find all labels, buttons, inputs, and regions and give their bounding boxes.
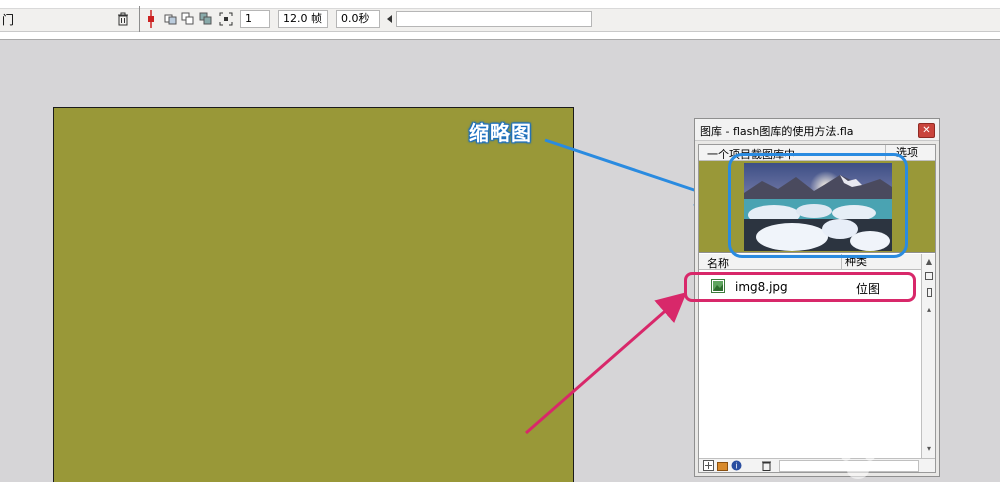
close-icon[interactable]: ✕: [918, 123, 935, 138]
new-symbol-icon[interactable]: [703, 460, 714, 471]
properties-icon[interactable]: i: [731, 460, 742, 471]
thumbnail-highlight-box: [728, 153, 908, 258]
stage-canvas[interactable]: [53, 107, 574, 482]
onion-skin-outlines-icon[interactable]: [199, 12, 213, 26]
playhead-marker-icon[interactable]: [146, 10, 156, 28]
library-title: 图库 - flash图库的使用方法.fla: [700, 125, 854, 138]
delete-layer-icon[interactable]: [116, 12, 130, 26]
edit-multiple-frames-icon[interactable]: [219, 12, 233, 26]
scroll-up-icon[interactable]: ▲: [923, 256, 935, 268]
timeline-divider: [139, 6, 140, 32]
wide-view-icon[interactable]: [925, 272, 933, 280]
svg-text:i: i: [735, 462, 737, 471]
library-titlebar[interactable]: 图库 - flash图库的使用方法.fla ✕: [695, 119, 939, 141]
center-frame-icon[interactable]: [164, 12, 178, 26]
scroll-up-small-icon[interactable]: ▴: [923, 304, 935, 316]
scroll-left-icon[interactable]: [384, 11, 396, 27]
timeline-toolbar: 门 1 12.0 帧 0.0秒: [0, 0, 1000, 40]
onion-skin-icon[interactable]: [181, 12, 195, 26]
item-highlight-box: [684, 272, 916, 302]
scroll-down-icon[interactable]: ▾: [923, 443, 935, 455]
narrow-view-icon[interactable]: [927, 288, 932, 297]
thumbnail-annotation-label: 缩略图: [469, 121, 532, 145]
current-frame-field[interactable]: 1: [240, 10, 270, 28]
elapsed-time-field[interactable]: 0.0秒: [336, 10, 380, 28]
library-vertical-scrollbar[interactable]: ▲ ▴ ▾: [921, 254, 935, 458]
delete-item-icon[interactable]: [761, 460, 772, 471]
timeline-scrollbar[interactable]: [396, 11, 592, 27]
new-folder-icon[interactable]: [717, 460, 728, 471]
watermark-paw-icon: [841, 448, 875, 479]
toolbar-label-fragment: 门: [2, 13, 15, 27]
frame-rate-field[interactable]: 12.0 帧: [278, 10, 328, 28]
column-header-name[interactable]: 名称: [707, 255, 729, 271]
